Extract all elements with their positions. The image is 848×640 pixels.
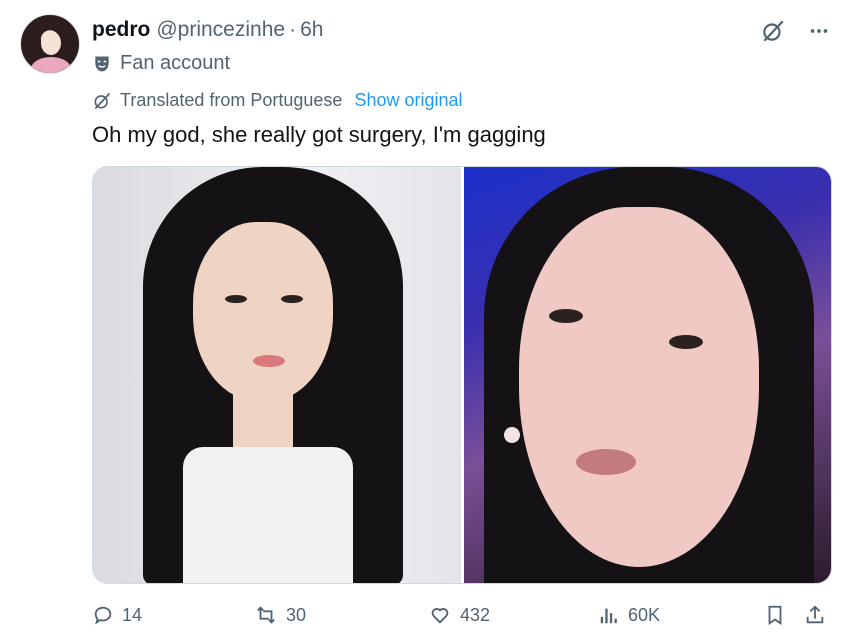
reply-count: 14 [122,604,143,625]
retweet-button[interactable]: 30 [254,604,306,626]
photo-left-eye-left [225,295,247,303]
photo-right-eye-left [548,309,583,323]
bookmark-icon [764,604,786,626]
fan-account-label: Fan account [92,52,230,75]
media-grid [92,166,832,584]
photo-left-top [183,447,353,583]
translation-row: Translated from Portuguese Show original [92,90,463,111]
author-name[interactable]: pedro [92,18,150,42]
bookmark-button[interactable] [764,604,786,626]
avatar[interactable] [20,14,80,74]
photo-left-eye-right [281,295,303,303]
author-handle[interactable]: @princezinhe [156,18,285,42]
translate-icon [92,91,112,111]
views-icon [598,604,620,626]
grok-icon[interactable] [760,18,786,44]
top-right-actions [760,18,832,44]
heart-icon [428,604,452,626]
photo-right-eye-right [668,335,703,349]
theater-mask-icon [92,54,112,74]
separator-dot: · [289,18,297,41]
reply-button[interactable]: 14 [92,604,142,626]
photo-right-lips [575,449,636,475]
show-original-link[interactable]: Show original [354,90,462,111]
avatar-body [31,57,71,73]
avatar-face [41,31,61,55]
reply-icon [92,604,114,626]
tweet-header: pedro @princezinhe · 6h [92,18,323,44]
photo-left[interactable] [93,167,461,583]
tweet-text: Oh my god, she really got surgery, I'm g… [92,122,546,147]
share-button[interactable] [804,604,826,626]
more-icon[interactable] [806,18,832,44]
fan-account-text: Fan account [120,52,231,74]
share-icon [804,604,826,626]
retweet-icon [254,604,278,626]
photo-right-mic [503,427,520,443]
retweet-count: 30 [286,604,307,625]
translation-text: Translated from Portuguese [120,90,343,110]
photo-right-face [518,207,759,567]
photo-right[interactable] [463,167,831,583]
like-button[interactable]: 432 [428,604,490,626]
views-button[interactable]: 60K [598,604,660,626]
like-count: 432 [460,604,491,625]
photo-left-face [193,222,333,402]
views-count: 60K [628,604,661,625]
tweet-actions: 14 30 432 60K [92,600,832,630]
photo-left-lips [253,355,285,367]
tweet-time[interactable]: 6h [300,18,323,42]
